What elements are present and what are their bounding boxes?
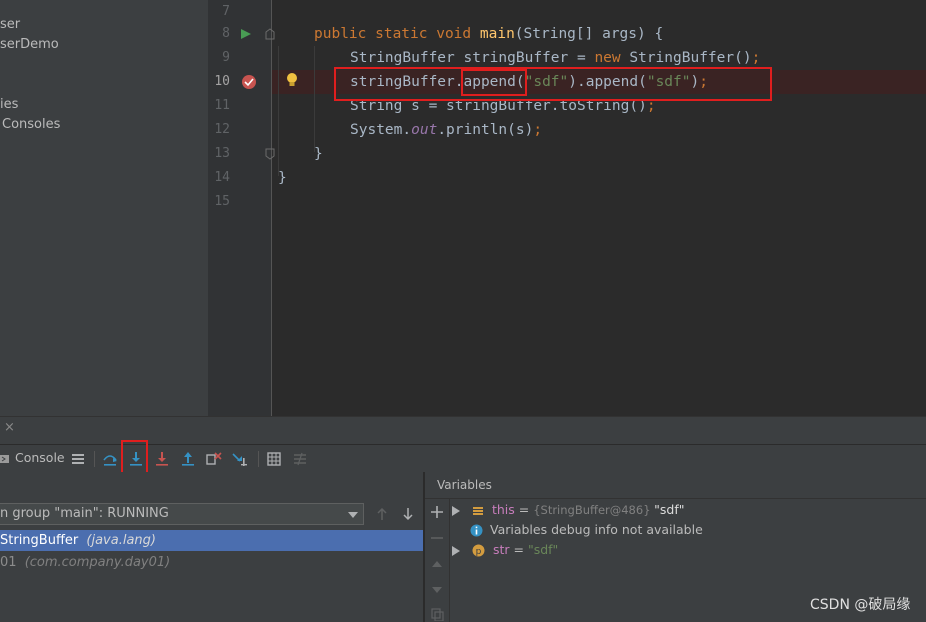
- arrow-down-icon[interactable]: [402, 507, 414, 521]
- variables-header: Variables: [425, 472, 926, 499]
- tab-console[interactable]: Console: [15, 450, 65, 465]
- thread-select[interactable]: n group "main": RUNNING: [0, 503, 364, 525]
- fold-icon[interactable]: [264, 28, 276, 40]
- expand-icon[interactable]: [452, 545, 460, 556]
- code-token: public static void: [314, 26, 480, 42]
- tree-item[interactable]: ser: [0, 15, 20, 35]
- line-number: 14: [214, 170, 230, 185]
- indent-guide: [278, 46, 279, 176]
- frame-name: 01: [0, 555, 17, 570]
- line-number: 7: [222, 4, 230, 19]
- menu-icon[interactable]: [70, 451, 86, 467]
- watermark: CSDN @破局缘: [810, 597, 911, 613]
- trace-icon: [294, 452, 306, 466]
- toolbar-divider: [94, 451, 95, 467]
- variable-info-text: Variables debug info not available: [489, 522, 703, 537]
- info-icon: [470, 524, 483, 537]
- move-down-icon[interactable]: [430, 583, 444, 597]
- code-token: StringBuffer(): [629, 50, 752, 66]
- variables-title: Variables: [437, 478, 492, 492]
- line-number: 15: [214, 194, 230, 209]
- code-token: out: [411, 122, 438, 138]
- code-token: ;: [533, 122, 543, 138]
- drop-frame-icon[interactable]: [206, 451, 222, 467]
- variable-value: "sdf": [527, 542, 559, 557]
- toolbar-divider: [258, 451, 259, 467]
- close-icon[interactable]: ×: [4, 420, 15, 435]
- code-line-13[interactable]: }: [314, 142, 323, 166]
- line-number: 8: [222, 26, 230, 41]
- arrow-up-icon[interactable]: [376, 507, 388, 521]
- tree-item[interactable]: Consoles: [2, 115, 60, 135]
- expand-icon[interactable]: [452, 505, 460, 516]
- code-line-12[interactable]: System.out.println(s);: [350, 118, 542, 142]
- step-over-icon[interactable]: [102, 451, 118, 467]
- console-icon: [0, 455, 9, 463]
- tree-item[interactable]: serDemo: [0, 35, 59, 55]
- add-icon[interactable]: [430, 505, 444, 519]
- code-token: (String[] args) {: [514, 26, 664, 42]
- breakpoint-icon[interactable]: [241, 74, 257, 90]
- svg-text:p: p: [476, 547, 482, 557]
- code-token: main: [479, 26, 515, 42]
- code-token: ;: [751, 50, 761, 66]
- run-to-cursor-icon[interactable]: [232, 451, 248, 467]
- annotation-box: [121, 440, 148, 475]
- line-number: 12: [214, 122, 230, 137]
- copy-icon[interactable]: [430, 607, 444, 621]
- variable-equals: =: [514, 502, 534, 517]
- project-tree: ser serDemo ies Consoles: [0, 0, 208, 416]
- annotation-box: [334, 67, 772, 101]
- remove-icon[interactable]: [430, 531, 444, 545]
- frame-package: (com.company.day01): [24, 555, 171, 570]
- line-number: 10: [214, 74, 230, 89]
- indent-guide: [314, 46, 315, 152]
- move-up-icon[interactable]: [430, 557, 444, 571]
- variable-row[interactable]: this = {StringBuffer@486} "sdf": [452, 500, 685, 520]
- code-token: new: [594, 50, 630, 66]
- lightbulb-icon[interactable]: [286, 72, 298, 88]
- line-number: 13: [214, 146, 230, 161]
- step-out-icon[interactable]: [180, 451, 196, 467]
- frame-row[interactable]: 01 (com.company.day01): [0, 552, 423, 573]
- code-token: .println(s): [437, 122, 534, 138]
- chevron-down-icon: [348, 512, 358, 518]
- force-step-into-icon[interactable]: [154, 451, 170, 467]
- variable-name: this: [491, 502, 515, 517]
- code-line-8[interactable]: public static void main(String[] args) {: [314, 22, 663, 46]
- frames-pane: n group "main": RUNNING StringBuffer (ja…: [0, 472, 424, 622]
- variable-type: {StringBuffer@486}: [533, 503, 655, 517]
- run-icon[interactable]: [240, 28, 252, 40]
- frame-package: (java.lang): [86, 533, 156, 548]
- frame-row-selected[interactable]: StringBuffer (java.lang): [0, 530, 423, 551]
- code-token: System.: [350, 122, 412, 138]
- variable-value: "sdf": [654, 502, 685, 517]
- variables-side-toolbar: [425, 499, 450, 622]
- evaluate-expression-icon[interactable]: [266, 451, 282, 467]
- field-icon: [472, 506, 483, 515]
- thread-select-value: n group "main": RUNNING: [0, 506, 169, 521]
- variable-row[interactable]: p str = "sdf": [452, 540, 558, 560]
- code-token: }: [314, 146, 323, 162]
- line-number: 11: [214, 98, 230, 113]
- variable-equals: =: [509, 542, 528, 557]
- annotation-box: [461, 69, 527, 96]
- parameter-icon: p: [472, 544, 485, 557]
- code-token: StringBuffer stringBuffer =: [350, 50, 595, 66]
- variable-info-row: Variables debug info not available: [470, 520, 703, 540]
- tree-item[interactable]: ies: [0, 95, 18, 115]
- code-token: }: [278, 170, 287, 186]
- variable-name: str: [492, 542, 510, 557]
- fold-icon[interactable]: [264, 148, 276, 160]
- frame-name: StringBuffer: [0, 533, 79, 548]
- line-number: 9: [222, 50, 230, 65]
- code-line-14[interactable]: }: [278, 166, 287, 190]
